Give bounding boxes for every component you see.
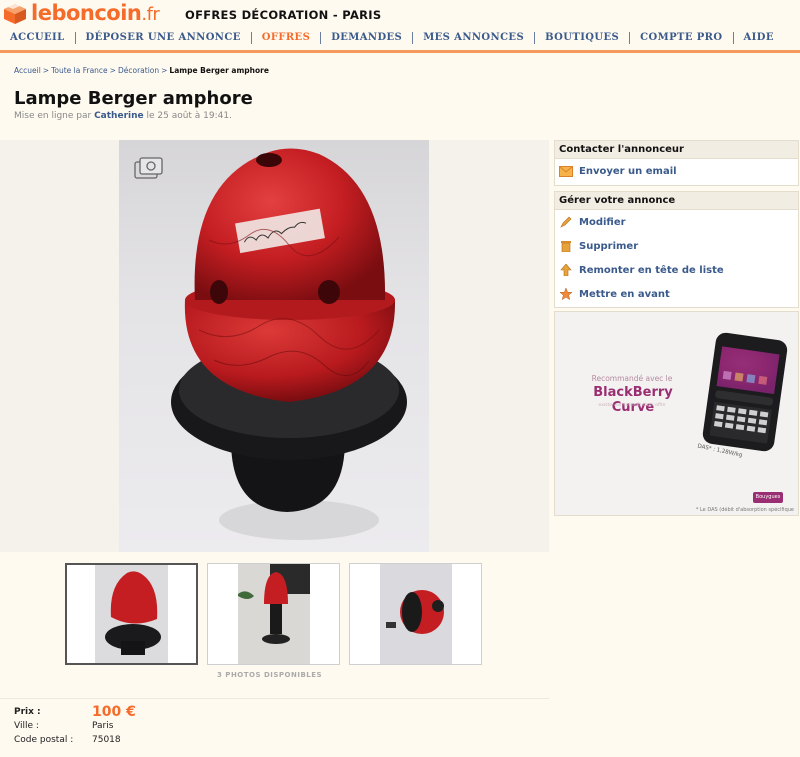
modify-ad-link[interactable]: Modifier <box>555 210 798 234</box>
image-viewer <box>0 140 549 552</box>
thumbnail-2[interactable] <box>207 563 340 665</box>
breadcrumb-toute-la-france[interactable]: Toute la France <box>51 66 108 75</box>
bump-ad-label: Remonter en tête de liste <box>579 264 724 276</box>
logo-box-icon <box>2 1 28 25</box>
feature-ad-label: Mettre en avant <box>579 288 670 300</box>
city-label: Ville : <box>14 721 39 731</box>
posted-info: Mise en ligne par Catherine le 25 août à… <box>14 111 232 121</box>
ad-details: Prix : 100 € Ville : Paris Code postal :… <box>14 704 136 747</box>
nav-aide[interactable]: AIDE <box>734 32 784 44</box>
thumbnail-strip <box>65 563 485 667</box>
thumbnail-3[interactable] <box>349 563 482 665</box>
nav-divider <box>0 50 800 53</box>
author-link[interactable]: Catherine <box>94 111 144 121</box>
nav-compte-pro[interactable]: COMPTE PRO <box>630 32 734 44</box>
price-value: 100 € <box>92 704 136 720</box>
banner-footnote: * Le DAS (débit d'absorption spécifique <box>695 507 794 513</box>
star-icon <box>559 287 573 301</box>
feature-ad-link[interactable]: Mettre en avant <box>555 282 798 306</box>
section-title: OFFRES DÉCORATION - PARIS <box>185 8 382 22</box>
delete-ad-link[interactable]: Supprimer <box>555 234 798 258</box>
breadcrumb: Accueil > Toute la France > Décoration > Lampe… <box>14 66 269 75</box>
postal-row: Code postal : 75018 <box>14 733 136 747</box>
posted-prefix: Mise en ligne par <box>14 111 92 121</box>
pencil-icon <box>559 215 573 229</box>
breadcrumb-decoration[interactable]: Décoration <box>118 66 159 75</box>
blackberry-ad-banner[interactable]: Recommandé avec le BlackBerry Curve exis… <box>554 311 799 516</box>
manage-panel-title: Gérer votre annonce <box>555 192 798 210</box>
posted-date: le 25 août à 19:41. <box>146 111 232 121</box>
logo-tld: .fr <box>141 4 160 25</box>
modify-ad-label: Modifier <box>579 216 626 228</box>
banner-line3: existe voir conseils dans offre <box>598 403 666 408</box>
delete-ad-label: Supprimer <box>579 240 639 252</box>
banner-badge: Bouygues <box>753 492 783 503</box>
arrow-up-icon <box>559 263 573 277</box>
price-label: Prix : <box>14 707 41 717</box>
phone-image <box>702 332 788 452</box>
main-nav: ACCUEIL DÉPOSER UNE ANNONCE OFFRES DEMAN… <box>0 27 800 49</box>
city-value: Paris <box>92 721 114 731</box>
city-row: Ville : Paris <box>14 719 136 733</box>
site-logo[interactable]: leboncoin.fr <box>2 0 160 26</box>
site-header: leboncoin.fr OFFRES DÉCORATION - PARIS A… <box>0 0 800 54</box>
nav-deposer-annonce[interactable]: DÉPOSER UNE ANNONCE <box>76 32 252 44</box>
price-row: Prix : 100 € <box>14 704 136 720</box>
banner-line1: Recommandé avec le <box>591 374 673 383</box>
manage-panel: Gérer votre annonce Modifier Supprimer R… <box>554 191 799 308</box>
contact-panel: Contacter l'annonceur Envoyer un email <box>554 140 799 186</box>
main-photo[interactable] <box>119 140 429 552</box>
bump-ad-link[interactable]: Remonter en tête de liste <box>555 258 798 282</box>
breadcrumb-separator: > <box>109 66 116 75</box>
send-email-link[interactable]: Envoyer un email <box>555 159 798 183</box>
banner-brand: BlackBerry Curve <box>593 385 673 415</box>
nav-accueil[interactable]: ACCUEIL <box>0 32 76 44</box>
nav-boutiques[interactable]: BOUTIQUES <box>535 32 631 44</box>
breadcrumb-accueil[interactable]: Accueil <box>14 66 41 75</box>
breadcrumb-current: Lampe Berger amphore <box>169 66 269 75</box>
postal-label: Code postal : <box>14 735 74 745</box>
trash-icon <box>559 239 573 253</box>
thumbnail-1[interactable] <box>65 563 198 665</box>
nav-mes-annonces[interactable]: MES ANNONCES <box>413 32 536 44</box>
photo-gallery-icon[interactable] <box>133 156 165 182</box>
breadcrumb-separator: > <box>161 66 168 75</box>
nav-demandes[interactable]: DEMANDES <box>321 32 414 44</box>
contact-panel-title: Contacter l'annonceur <box>555 141 798 159</box>
details-divider <box>0 698 549 699</box>
breadcrumb-separator: > <box>42 66 50 75</box>
photos-count: 3 PHOTOS DISPONIBLES <box>217 671 323 679</box>
send-email-label: Envoyer un email <box>579 165 677 177</box>
envelope-icon <box>559 164 573 178</box>
nav-offres[interactable]: OFFRES <box>252 32 322 44</box>
logo-text: leboncoin <box>31 1 142 25</box>
ad-title: Lampe Berger amphore <box>14 88 253 109</box>
postal-value: 75018 <box>92 735 121 745</box>
lamp-photo <box>171 148 407 540</box>
